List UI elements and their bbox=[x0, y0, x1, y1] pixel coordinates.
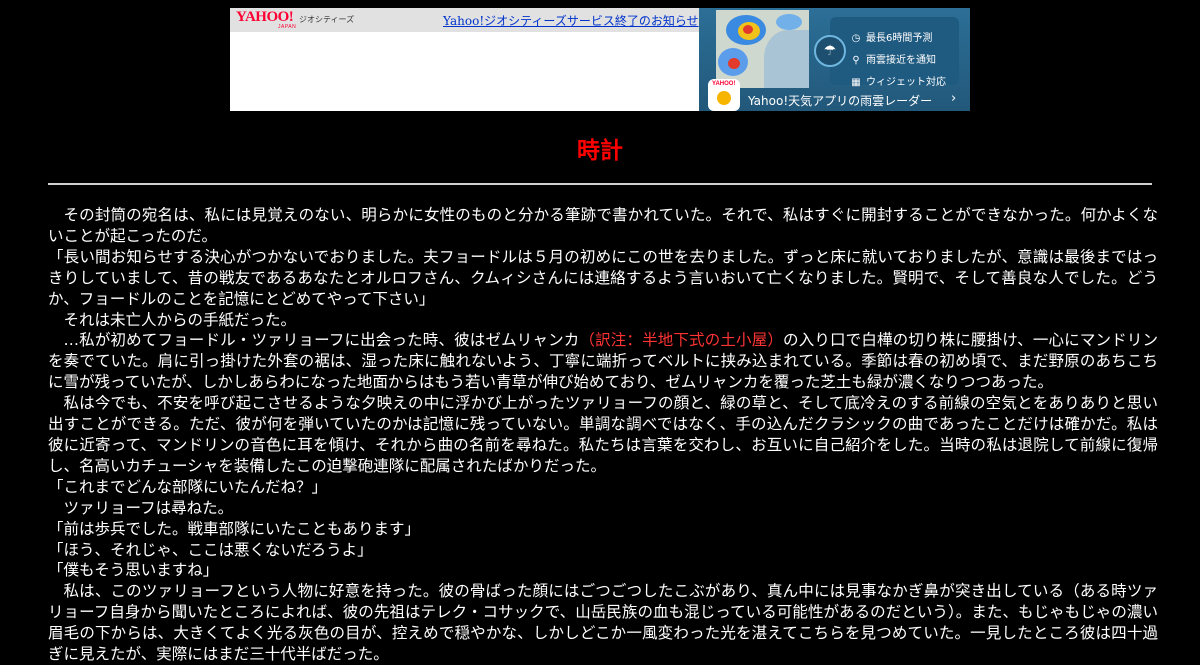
widget-icon: ▦ bbox=[851, 77, 861, 88]
rain-cloud-icon: ☂ bbox=[814, 35, 846, 67]
notice-bar: YAHOO! JAPAN ジオシティーズ Yahoo!ジオシティーズサービス終了… bbox=[230, 8, 699, 32]
paragraph: ツァリョーフは尋ねた。 bbox=[63, 498, 234, 517]
ad-feature-item: ▦ ウィジェット対応 bbox=[850, 73, 946, 88]
ad-feature-item: ◷ 最長6時間予測 bbox=[850, 29, 933, 44]
top-banner: YAHOO! JAPAN ジオシティーズ Yahoo!ジオシティーズサービス終了… bbox=[230, 8, 970, 111]
paragraph: その封筒の宛名は、私には見覚えのない、明らかに女性のものと分かる筆跡で書かれてい… bbox=[48, 206, 1158, 245]
chevron-right-icon: › bbox=[951, 91, 957, 106]
app-icon-text: YAHOO! bbox=[712, 81, 736, 87]
paragraph: 「僕もそう思いますね」 bbox=[48, 561, 219, 580]
geocities-notice-area: YAHOO! JAPAN ジオシティーズ Yahoo!ジオシティーズサービス終了… bbox=[230, 8, 699, 111]
service-end-notice-link[interactable]: Yahoo!ジオシティーズサービス終了のお知らせ bbox=[443, 12, 699, 29]
paragraph: それは未亡人からの手紙だった。 bbox=[63, 310, 297, 329]
paragraph: 「ほう、それじゃ、ここは悪くないだろうよ」 bbox=[48, 540, 373, 559]
ad-feature-item: ⚲ 雨雲接近を通知 bbox=[850, 51, 936, 66]
paragraph: 「これまでどんな部隊にいたんだね？」 bbox=[48, 477, 328, 496]
logo-sub-text: JAPAN bbox=[278, 24, 297, 30]
translator-note: （訳注：半地下式の土小屋） bbox=[579, 331, 784, 350]
pin-icon: ⚲ bbox=[852, 55, 860, 66]
geocities-label: ジオシティーズ bbox=[299, 15, 355, 24]
logo-main-text: YAHOO! bbox=[236, 9, 294, 25]
ad-feature-label: 雨雲接近を通知 bbox=[866, 55, 936, 66]
paragraph: 「前は歩兵でした。戦車部隊にいたこともあります」 bbox=[48, 519, 421, 538]
rain-radar-map-image bbox=[716, 10, 809, 88]
clock-icon: ◷ bbox=[851, 33, 861, 44]
ad-footer-text: Yahoo!天気アプリの雨雲レーダー bbox=[748, 94, 933, 108]
weather-app-ad[interactable]: ◷ 最長6時間予測 ⚲ 雨雲接近を通知 ▦ ウィジェット対応 ☂ YAHOO! Yah… bbox=[699, 8, 970, 111]
ad-feature-panel: ◷ 最長6時間予測 ⚲ 雨雲接近を通知 ▦ ウィジェット対応 bbox=[830, 17, 959, 88]
ad-feature-label: ウィジェット対応 bbox=[866, 77, 946, 88]
story-body: その封筒の宛名は、私には見覚えのない、明らかに女性のものと分かる筆跡で書かれてい… bbox=[48, 205, 1158, 665]
weather-app-icon: YAHOO! bbox=[708, 79, 740, 111]
paragraph: …私が初めてフョードル・ツァリョーフに出会った時、彼はゼムリャンカ（訳注：半地下… bbox=[48, 330, 1158, 393]
ad-feature-label: 最長6時間予測 bbox=[866, 33, 933, 44]
horizontal-divider bbox=[48, 183, 1152, 185]
yahoo-japan-logo[interactable]: YAHOO! JAPAN bbox=[236, 9, 296, 30]
paragraph: 「長い間お知らせする決心がつかないでおりました。夫フョードルは５月の初めにこの世… bbox=[48, 247, 1158, 308]
paragraph: 私は、このツァリョーフという人物に好意を持った。彼の骨ばった顔にはごつごつしたこ… bbox=[48, 582, 1158, 664]
paragraph-text: …私が初めてフョードル・ツァリョーフに出会った時、彼はゼムリャンカ bbox=[63, 331, 580, 350]
page-title: 時計 bbox=[577, 138, 623, 164]
paragraph: 私は今でも、不安を呼び起こさせるような夕映えの中に浮かび上がったツァリョーフの顔… bbox=[48, 394, 1158, 475]
